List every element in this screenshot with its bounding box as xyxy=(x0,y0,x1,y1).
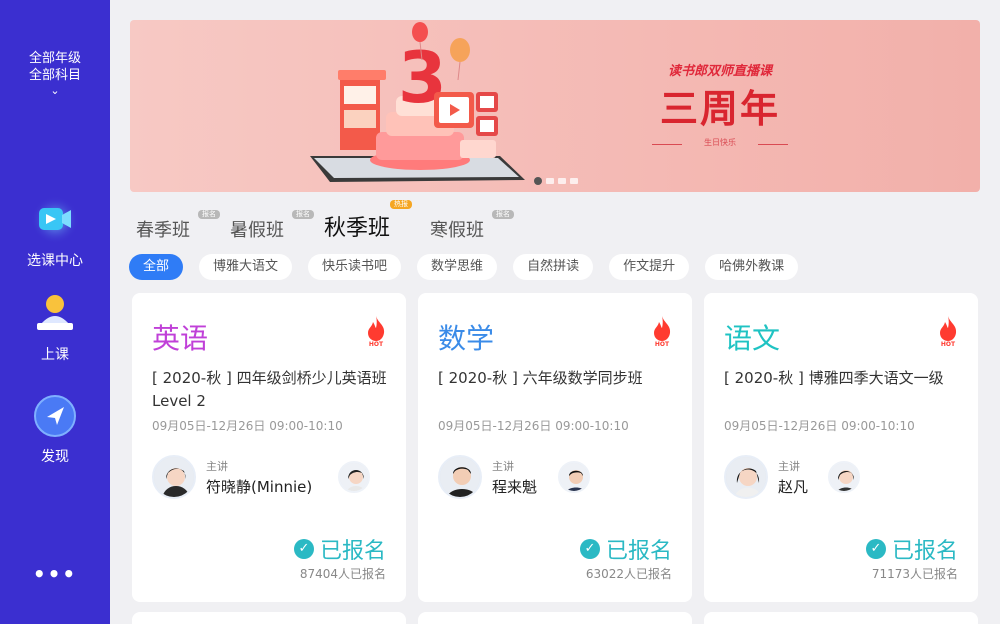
svg-text:HOT: HOT xyxy=(655,341,670,347)
category-filter: 全部 博雅大语文 快乐读书吧 数学思维 自然拼读 作文提升 哈佛外教课 xyxy=(129,254,799,280)
enrolled-label: 已报名 xyxy=(605,539,672,564)
teacher-avatar xyxy=(152,455,196,499)
tab-badge: 报名 xyxy=(292,210,314,219)
chevron-down-icon: ⌄ xyxy=(50,84,60,97)
tab-winter[interactable]: 寒假班 报名 xyxy=(430,210,515,246)
course-card[interactable]: 数学 HOT [ 2020-秋 ] 六年级数学同步班 09月05日-12月26日… xyxy=(418,293,692,602)
nav-discover-label: 发现 xyxy=(41,449,69,465)
tab-badge: 报名 xyxy=(492,210,515,219)
teacher-name: 赵凡 xyxy=(778,477,809,496)
enroll-count: 63022人已报名 xyxy=(585,567,672,581)
term-tabs: 春季班 报名 暑假班 报名 秋季班 热报 寒假班 报名 xyxy=(136,200,524,246)
check-circle-icon: ✓ xyxy=(579,539,600,559)
course-title: [ 2020-秋 ] 六年级数学同步班 xyxy=(438,369,643,387)
nav-discover[interactable]: 发现 xyxy=(0,392,110,466)
teacher-info[interactable]: 主讲 程来魁 xyxy=(438,455,537,499)
birthday-cake-illustration: 3 xyxy=(310,22,525,182)
enrolled-label: 已报名 xyxy=(891,539,958,564)
tab-spring-label: 春季班 xyxy=(136,220,190,241)
enrolled-status: ✓ 已报名 xyxy=(865,533,958,565)
tab-winter-label: 寒假班 xyxy=(430,220,485,241)
category-pill[interactable]: 快乐读书吧 xyxy=(308,254,402,280)
category-pill[interactable]: 数学思维 xyxy=(417,254,498,280)
check-circle-icon: ✓ xyxy=(293,539,314,559)
teacher-role: 主讲 xyxy=(206,459,228,473)
hot-flame-icon: HOT xyxy=(368,316,385,347)
teacher-name: 程来魁 xyxy=(492,477,538,496)
svg-text:HOT: HOT xyxy=(941,341,956,347)
course-card[interactable]: 语文 HOT [ 2020-秋 ] 博雅四季大语文一级 09月05日-12月26… xyxy=(704,293,978,602)
category-pill-all[interactable]: 全部 xyxy=(129,254,184,280)
banner-tagline: 生日快乐 xyxy=(704,138,736,147)
carousel-dot[interactable] xyxy=(546,178,554,184)
hot-flame-icon: HOT xyxy=(940,316,957,347)
banner-title: 三周年 xyxy=(659,87,780,131)
course-card-next-row[interactable] xyxy=(418,612,692,624)
category-pill[interactable]: 哈佛外教课 xyxy=(705,254,799,280)
tab-summer[interactable]: 暑假班 报名 xyxy=(230,210,314,246)
teacher-desk-icon xyxy=(31,290,79,338)
svg-text:HOT: HOT xyxy=(369,341,384,347)
grade-subject-filter[interactable]: 全部年级 全部科目 ⌄ xyxy=(0,50,110,97)
compass-arrow-icon xyxy=(31,392,79,440)
teacher-avatar xyxy=(438,455,482,499)
nav-attend-class-label: 上课 xyxy=(41,347,69,363)
banner-subtitle: 读书郎双师直播课 xyxy=(667,64,772,79)
teacher-avatar xyxy=(724,455,768,499)
course-subject: 语文 xyxy=(724,322,781,355)
grade-filter-label: 全部年级 xyxy=(28,51,81,66)
enrolled-label: 已报名 xyxy=(319,539,386,564)
tab-badge: 热报 xyxy=(390,200,413,209)
sidebar: 全部年级 全部科目 ⌄ 选课中心 上课 发现 ••• xyxy=(0,0,110,624)
carousel-indicator[interactable] xyxy=(534,177,578,186)
course-date: 09月05日-12月26日 09:00-10:10 xyxy=(438,419,629,433)
category-pill[interactable]: 自然拼读 xyxy=(513,254,594,280)
course-title: [ 2020-秋 ] 四年级剑桥少儿英语班Level 2 xyxy=(152,369,387,410)
tab-badge: 报名 xyxy=(198,210,220,219)
course-title: [ 2020-秋 ] 博雅四季大语文一级 xyxy=(724,369,944,387)
course-date: 09月05日-12月26日 09:00-10:10 xyxy=(724,419,915,433)
teacher-role: 主讲 xyxy=(492,459,514,473)
check-circle-icon: ✓ xyxy=(865,539,886,559)
carousel-dot[interactable] xyxy=(534,177,542,185)
assistant-avatar[interactable] xyxy=(338,461,370,493)
tab-summer-label: 暑假班 xyxy=(230,220,284,241)
promo-banner[interactable]: 3 读书郎双师直播课 三周年 生日快乐 xyxy=(130,20,980,192)
tab-autumn[interactable]: 秋季班 热报 xyxy=(324,200,413,246)
nav-course-center[interactable]: 选课中心 xyxy=(0,196,110,270)
enrolled-status: ✓ 已报名 xyxy=(579,533,672,565)
hot-flame-icon: HOT xyxy=(654,316,671,347)
assistant-avatar[interactable] xyxy=(828,461,860,493)
more-icon[interactable]: ••• xyxy=(0,562,110,586)
tab-autumn-label: 秋季班 xyxy=(324,216,391,241)
enrolled-status: ✓ 已报名 xyxy=(293,533,386,565)
enroll-count: 87404人已报名 xyxy=(299,567,386,581)
course-subject: 英语 xyxy=(152,322,209,355)
nav-attend-class[interactable]: 上课 xyxy=(0,290,110,364)
teacher-role: 主讲 xyxy=(778,459,800,473)
category-pill[interactable]: 作文提升 xyxy=(609,254,690,280)
video-course-icon xyxy=(31,196,79,244)
carousel-dot[interactable] xyxy=(570,178,578,184)
teacher-info[interactable]: 主讲 符晓静(Minnie) xyxy=(152,455,312,499)
carousel-dot[interactable] xyxy=(558,178,566,184)
category-pill[interactable]: 博雅大语文 xyxy=(199,254,293,280)
teacher-info[interactable]: 主讲 赵凡 xyxy=(724,455,808,499)
assistant-avatar[interactable] xyxy=(558,461,590,493)
course-card-next-row[interactable] xyxy=(704,612,978,624)
course-card[interactable]: 英语 HOT [ 2020-秋 ] 四年级剑桥少儿英语班Level 2 09月0… xyxy=(132,293,406,602)
course-card-next-row[interactable] xyxy=(132,612,406,624)
nav-course-center-label: 选课中心 xyxy=(27,253,83,269)
tab-spring[interactable]: 春季班 报名 xyxy=(136,210,220,246)
course-subject: 数学 xyxy=(438,322,495,355)
teacher-name: 符晓静(Minnie) xyxy=(206,477,313,496)
subject-filter-label: 全部科目 xyxy=(28,68,81,83)
course-date: 09月05日-12月26日 09:00-10:10 xyxy=(152,419,343,433)
enroll-count: 71173人已报名 xyxy=(871,567,958,581)
